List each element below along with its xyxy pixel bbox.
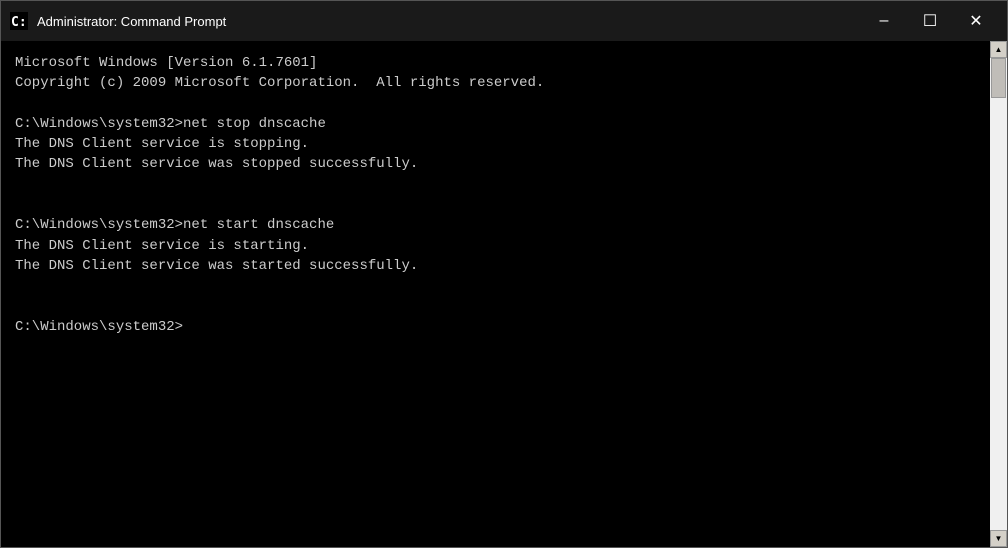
window-controls: – ☐ ✕ [861,1,999,41]
scrollbar-track[interactable] [990,58,1007,530]
terminal-area[interactable]: Microsoft Windows [Version 6.1.7601] Cop… [1,41,990,547]
close-button[interactable]: ✕ [953,1,999,41]
scrollbar: ▲ ▼ [990,41,1007,547]
title-bar: C: Administrator: Command Prompt – ☐ ✕ [1,1,1007,41]
maximize-button[interactable]: ☐ [907,1,953,41]
scrollbar-thumb[interactable] [991,58,1006,98]
minimize-button[interactable]: – [861,1,907,41]
svg-text:C:: C: [11,15,27,30]
terminal-output: Microsoft Windows [Version 6.1.7601] Cop… [15,53,976,337]
scroll-up-button[interactable]: ▲ [990,41,1007,58]
window: C: Administrator: Command Prompt – ☐ ✕ M… [0,0,1008,548]
cmd-icon: C: [9,11,29,31]
window-title: Administrator: Command Prompt [37,14,861,29]
window-body: Microsoft Windows [Version 6.1.7601] Cop… [1,41,1007,547]
scroll-down-button[interactable]: ▼ [990,530,1007,547]
